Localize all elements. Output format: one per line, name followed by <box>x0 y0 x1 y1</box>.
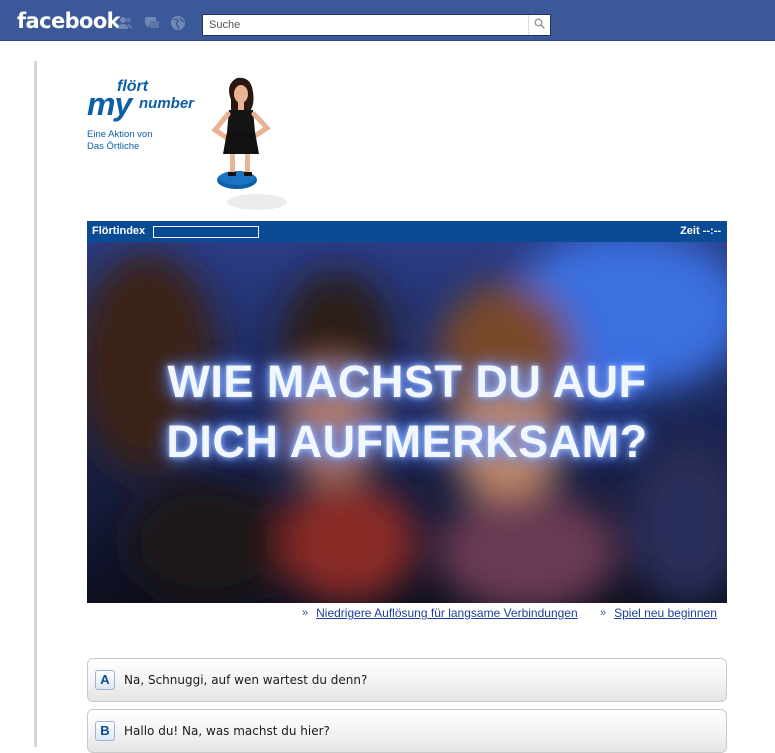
answer-text: Hallo du! Na, was machst du hier? <box>124 724 330 738</box>
sponsor-tagline: Eine Aktion von Das Örtliche <box>87 129 153 153</box>
tagline-line2: Das Örtliche <box>87 141 140 152</box>
messages-icon[interactable] <box>144 15 160 31</box>
facebook-top-bar: facebook <box>0 0 775 41</box>
game-header: Flörtindex Zeit --:-- <box>87 221 727 242</box>
facebook-logo[interactable]: facebook <box>17 9 121 33</box>
friends-icon[interactable] <box>117 15 133 31</box>
question-line2: DICH AUFMERKSAM? <box>166 416 648 467</box>
answer-option-a[interactable]: A Na, Schnuggi, auf wen wartest du denn? <box>87 658 727 702</box>
game-links: » Niedrigere Auflösung für langsame Verb… <box>87 606 727 622</box>
question-line1: WIE MACHST DU AUF <box>167 356 647 407</box>
answer-text: Na, Schnuggi, auf wen wartest du denn? <box>124 673 368 687</box>
search-input[interactable] <box>203 15 523 35</box>
logo-my-text: my <box>87 86 132 122</box>
double-chevron-right-icon: » <box>600 607 607 619</box>
mascot-girl-image <box>195 72 295 220</box>
flirt-index-label: Flörtindex <box>92 225 146 237</box>
answer-option-b[interactable]: B Hallo du! Na, was machst du hier? <box>87 709 727 753</box>
question-text: WIE MACHST DU AUF DICH AUFMERKSAM? <box>87 352 727 472</box>
low-res-link[interactable]: Niedrigere Auflösung für langsame Verbin… <box>316 606 578 620</box>
search-box <box>202 14 551 36</box>
answer-letter: A <box>95 670 115 690</box>
content-divider <box>34 61 37 747</box>
low-res-link-item: » Niedrigere Auflösung für langsame Verb… <box>302 606 578 620</box>
flirt-index-bar <box>153 226 259 238</box>
search-button[interactable] <box>528 15 550 35</box>
restart-link[interactable]: Spiel neu beginnen <box>614 606 717 620</box>
logo-number-text: number <box>139 95 195 112</box>
notifications-globe-icon[interactable] <box>170 15 186 31</box>
search-icon <box>534 16 545 34</box>
double-chevron-right-icon: » <box>302 607 309 619</box>
restart-link-item: » Spiel neu beginnen <box>600 606 717 620</box>
tagline-line1: Eine Aktion von <box>87 129 153 140</box>
answer-letter: B <box>95 721 115 741</box>
timer: Zeit --:-- <box>680 225 721 237</box>
game-video[interactable]: WIE MACHST DU AUF DICH AUFMERKSAM? <box>87 242 727 603</box>
